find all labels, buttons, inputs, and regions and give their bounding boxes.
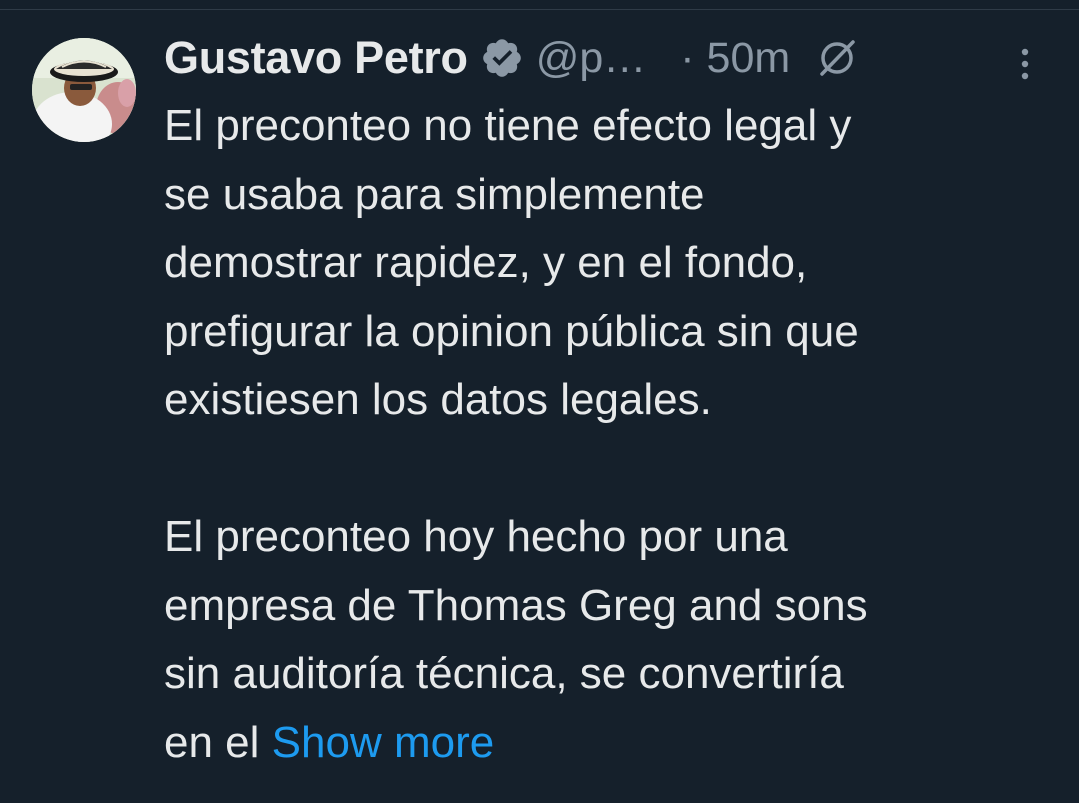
show-more-link[interactable]: Show more [272,718,495,767]
tweet-line: prefigurar la opinion pública sin que [164,306,859,356]
tweet-line: El preconteo hoy hecho por una [164,512,788,561]
tweet-line: empresa de Thomas Greg and sons [164,580,868,630]
tweet-timestamp[interactable]: · 50m [680,34,790,83]
tweet-line: sin auditoría técnica, se convertiría [164,649,844,698]
tweet-line: existiesen los datos legales. [164,375,712,424]
tweet-line: se usaba para simplemente [164,169,705,219]
tweet-line: El preconteo no tiene efecto legal y [164,101,852,150]
grok-slash-icon[interactable] [816,37,858,79]
tweet-paragraph-2: El preconteo hoy hecho por una empresa d… [164,503,1054,777]
top-divider [0,0,1079,10]
tweet-line: demostrar rapidez, y en el fondo, [164,238,808,287]
avatar-photo [32,38,136,142]
tweet[interactable]: Gustavo Petro @p… · 50m El preconteo no … [0,10,1079,803]
tweet-line: en el [164,717,260,767]
tweet-paragraph-1: El preconteo no tiene efecto legal y se … [164,92,1054,435]
more-vertical-icon[interactable] [1010,40,1040,88]
author-handle[interactable]: @p… [536,34,647,83]
tweet-text: El preconteo no tiene efecto legal y se … [164,92,1054,777]
tweet-header: Gustavo Petro @p… · 50m [164,28,1044,88]
verified-badge-icon [480,36,524,80]
author-display-name[interactable]: Gustavo Petro [164,32,468,84]
avatar[interactable] [32,38,136,142]
